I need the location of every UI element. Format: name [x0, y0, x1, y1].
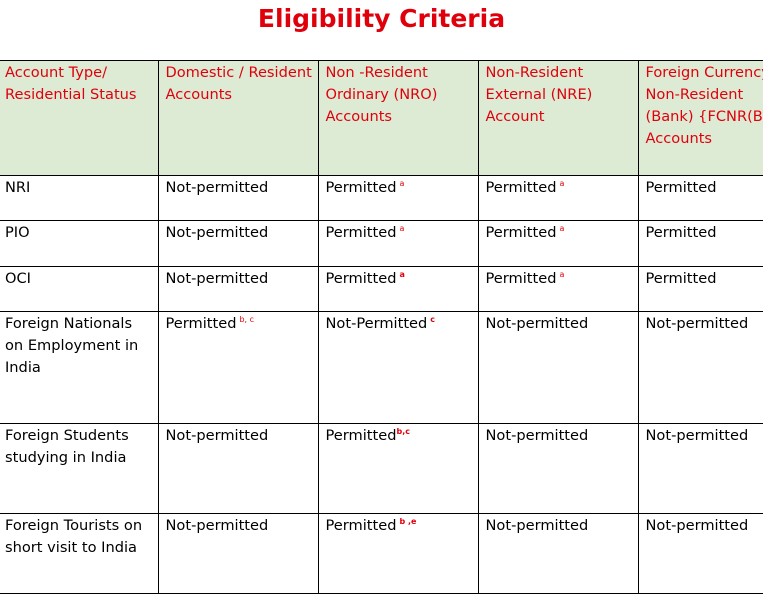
- cell-nro: Permittedb,c: [318, 424, 478, 514]
- cell-nro-value: Permitted: [326, 270, 397, 287]
- header-account-type: Account Type/ Residential Status: [0, 61, 158, 176]
- cell-fcnr: Not-permitted: [638, 424, 763, 514]
- cell-nro-value: Permitted: [326, 224, 397, 241]
- cell-nro: Permitteda: [318, 176, 478, 221]
- cell-fcnr: Permitted: [638, 221, 763, 267]
- cell-nre: Permitteda: [478, 267, 638, 312]
- cell-nro: Permitteda: [318, 221, 478, 267]
- footnote-marker: b,c: [396, 427, 410, 436]
- row-status: OCI: [0, 267, 158, 312]
- row-status: PIO: [0, 221, 158, 267]
- table-row: Foreign Tourists on short visit to India…: [0, 514, 763, 594]
- cell-fcnr: Permitted: [638, 267, 763, 312]
- cell-nro-value: Permitted: [326, 179, 397, 196]
- cell-nre-value: Permitted: [486, 224, 557, 241]
- cell-nre-value: Permitted: [486, 270, 557, 287]
- header-nro: Non -Resident Ordinary (NRO) Accounts: [318, 61, 478, 176]
- cell-fcnr: Not-permitted: [638, 312, 763, 424]
- row-status: Foreign Nationals on Employment in India: [0, 312, 158, 424]
- cell-nre: Not-permitted: [478, 312, 638, 424]
- row-status: NRI: [0, 176, 158, 221]
- footnote-marker: a: [559, 224, 564, 233]
- table-row: Foreign Nationals on Employment in India…: [0, 312, 763, 424]
- table-row: NRI Not-permitted Permitteda Permitteda …: [0, 176, 763, 221]
- footnote-marker: c: [430, 315, 435, 324]
- footnote-marker: a: [399, 224, 404, 233]
- footnote-marker: a: [559, 179, 564, 188]
- cell-nro: Not-Permittedc: [318, 312, 478, 424]
- header-nre: Non-Resident External (NRE) Account: [478, 61, 638, 176]
- cell-domestic: Permittedb, c: [158, 312, 318, 424]
- footnote-marker: b ,e: [399, 517, 416, 526]
- page-title: Eligibility Criteria: [0, 2, 763, 36]
- cell-domestic: Not-permitted: [158, 424, 318, 514]
- footnote-marker: a: [559, 270, 564, 279]
- cell-nre: Permitteda: [478, 176, 638, 221]
- table-row: PIO Not-permitted Permitteda Permitteda …: [0, 221, 763, 267]
- header-domestic: Domestic / Resident Accounts: [158, 61, 318, 176]
- cell-nre-value: Permitted: [486, 179, 557, 196]
- header-fcnr: Foreign Currency Non-Resident (Bank) {FC…: [638, 61, 763, 176]
- table-row: Foreign Students studying in India Not-p…: [0, 424, 763, 514]
- cell-nre: Permitteda: [478, 221, 638, 267]
- cell-domestic: Not-permitted: [158, 176, 318, 221]
- row-status: Foreign Tourists on short visit to India: [0, 514, 158, 594]
- cell-fcnr: Not-permitted: [638, 514, 763, 594]
- cell-domestic-value: Permitted: [166, 315, 237, 332]
- cell-nro-value: Permitted: [326, 517, 397, 534]
- cell-nro-value: Not-Permitted: [326, 315, 428, 332]
- footnote-marker: a: [399, 270, 404, 279]
- footnote-marker: a: [399, 179, 404, 188]
- cell-nro: Permittedb ,e: [318, 514, 478, 594]
- row-status: Foreign Students studying in India: [0, 424, 158, 514]
- cell-nre: Not-permitted: [478, 424, 638, 514]
- table-row: OCI Not-permitted Permitteda Permitteda …: [0, 267, 763, 312]
- footnote-marker: b, c: [239, 315, 254, 324]
- cell-domestic: Not-permitted: [158, 267, 318, 312]
- cell-fcnr: Permitted: [638, 176, 763, 221]
- cell-nro-value: Permitted: [326, 427, 397, 444]
- table-header-row: Account Type/ Residential Status Domesti…: [0, 61, 763, 176]
- cell-nro: Permitteda: [318, 267, 478, 312]
- cell-domestic: Not-permitted: [158, 221, 318, 267]
- cell-domestic: Not-permitted: [158, 514, 318, 594]
- eligibility-table: Account Type/ Residential Status Domesti…: [0, 60, 763, 594]
- header-fcnr-text: Foreign Currency Non-Resident (Bank) {FC…: [646, 62, 763, 150]
- cell-nre: Not-permitted: [478, 514, 638, 594]
